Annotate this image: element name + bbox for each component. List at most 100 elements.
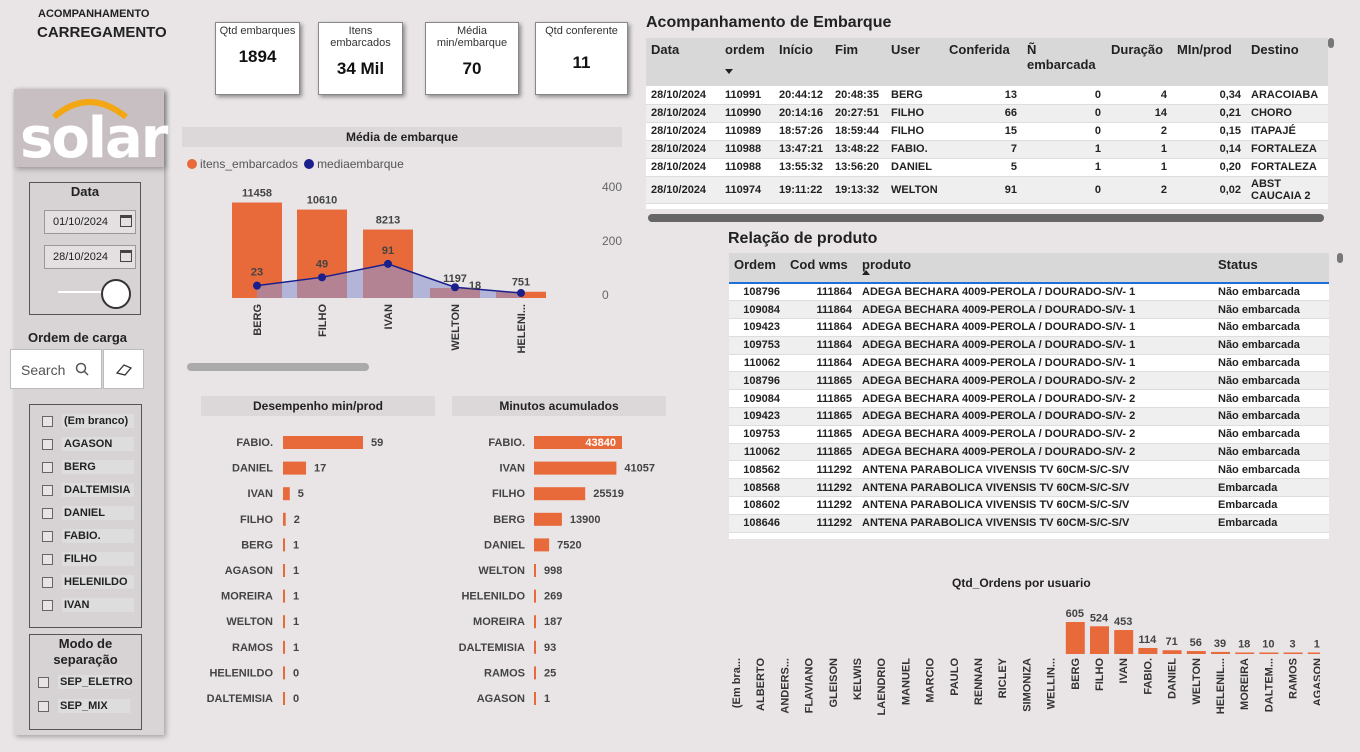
column-header[interactable]: ordem — [720, 38, 774, 86]
checkbox[interactable] — [42, 415, 53, 427]
column-header[interactable]: Conferida — [944, 38, 1022, 86]
table-row[interactable]: 28/10/2024 110989 18:57:26 18:59:44 FILHO 15 0… — [646, 122, 1328, 141]
modo-filter-item[interactable]: SEP_MIX — [38, 699, 130, 713]
checkbox[interactable] — [42, 576, 53, 588]
column-header[interactable]: Ordem — [729, 253, 785, 284]
clear-filter-button[interactable] — [103, 349, 144, 389]
table-row[interactable]: 110062 111865 ADEGA BECHARA 4009-PEROLA / … — [729, 443, 1329, 462]
bar-value-label: 269 — [544, 591, 562, 603]
table-cell: 19:11:22 — [774, 176, 830, 204]
user-filter-item[interactable]: DALTEMISIA — [42, 483, 134, 497]
checkbox[interactable] — [42, 438, 53, 450]
calendar-icon[interactable] — [120, 215, 132, 227]
minutos-chart: FABIO. 43840 IVAN 41057 FILHO 25519 BERG 13900 D… — [459, 436, 655, 705]
column-header[interactable]: Cod wms — [785, 253, 857, 284]
table-cell: ANTENA PARABOLICA VIVENSIS TV 60CM-S/C-S… — [857, 496, 1213, 515]
table-row[interactable]: 28/10/2024 110988 13:55:32 13:56:20 DANIEL 5 1… — [646, 158, 1328, 177]
table-row[interactable]: 28/10/2024 110988 13:47:21 13:48:22 FABIO. 7 1… — [646, 140, 1328, 159]
checkbox[interactable] — [42, 507, 53, 519]
column-header[interactable]: Ñ embarcada — [1022, 38, 1106, 86]
table-cell: 110989 — [720, 122, 774, 141]
bar — [283, 461, 307, 475]
x-tick-label: KELWIS — [852, 658, 864, 700]
column-header[interactable]: Data — [646, 38, 720, 86]
x-tick-label: ALBERTO — [755, 658, 767, 711]
user-filter-item[interactable]: AGASON — [42, 437, 134, 451]
user-filter-item[interactable]: FABIO. — [42, 529, 134, 543]
sort-desc-icon[interactable] — [725, 69, 733, 74]
column-header[interactable]: produto — [857, 253, 1213, 284]
sort-asc-icon[interactable] — [862, 270, 870, 275]
table-row[interactable]: 109753 111865 ADEGA BECHARA 4009-PEROLA / … — [729, 425, 1329, 444]
table-row[interactable]: 28/10/2024 110990 20:14:16 20:27:51 FILHO 66 0… — [646, 104, 1328, 123]
table-cell: ABST CAUCAIA 2 — [1246, 176, 1328, 204]
column-header[interactable]: Fim — [830, 38, 886, 86]
table-row[interactable]: 108646 111292 ANTENA PARABOLICA VIVENSIS T… — [729, 514, 1329, 533]
user-filter-item[interactable]: IVAN — [42, 598, 134, 612]
table-cell: 111865 — [785, 443, 857, 462]
table-row[interactable]: 28/10/2024 110991 20:44:12 20:48:35 BERG 13 0 4… — [646, 86, 1328, 105]
table-cell: FILHO — [886, 122, 944, 141]
bar-value-label: 1197 — [443, 273, 467, 285]
column-header[interactable]: Status — [1213, 253, 1329, 284]
table-row[interactable]: 110062 111864 ADEGA BECHARA 4009-PEROLA / … — [729, 354, 1329, 373]
checkbox[interactable] — [42, 553, 53, 565]
table-cell: 108646 — [729, 514, 785, 533]
bar — [534, 640, 536, 654]
table-row[interactable]: 109084 111865 ADEGA BECHARA 4009-PEROLA / … — [729, 389, 1329, 409]
column-header[interactable]: Destino — [1246, 38, 1328, 86]
user-filter-label: HELENILDO — [62, 575, 134, 589]
user-filter-item[interactable]: DANIEL — [42, 506, 134, 520]
table-row[interactable]: 109753 111864 ADEGA BECHARA 4009-PEROLA / … — [729, 336, 1329, 355]
search-icon[interactable] — [75, 362, 89, 376]
chart-hscroll[interactable] — [187, 363, 369, 371]
column-header[interactable]: User — [886, 38, 944, 86]
x-tick-label: IVAN — [1118, 658, 1130, 684]
table-row[interactable]: 108796 111864 ADEGA BECHARA 4009-PEROLA / … — [729, 283, 1329, 302]
user-filter-label: AGASON — [62, 437, 134, 451]
user-filter-item[interactable]: FILHO — [42, 552, 134, 566]
table-row[interactable]: 108602 111292 ANTENA PARABOLICA VIVENSIS T… — [729, 496, 1329, 515]
table-cell: 108796 — [729, 283, 785, 302]
date-slider-handle[interactable] — [101, 279, 131, 309]
table-row[interactable]: 108796 111865 ADEGA BECHARA 4009-PEROLA / … — [729, 371, 1329, 391]
table-row[interactable]: 108562 111292 ANTENA PARABOLICA VIVENSIS T… — [729, 460, 1329, 480]
date-from-input[interactable]: 01/10/2024 — [44, 210, 136, 234]
category-label: WELTON — [226, 616, 273, 628]
checkbox[interactable] — [42, 599, 53, 611]
produto-vscroll[interactable] — [1337, 253, 1343, 263]
checkbox[interactable] — [38, 700, 49, 712]
bar-value-label: 1 — [293, 591, 299, 603]
modo-filter-item[interactable]: SEP_ELETRO — [38, 675, 133, 689]
checkbox[interactable] — [42, 484, 53, 496]
table-row[interactable]: 109084 111864 ADEGA BECHARA 4009-PEROLA / … — [729, 300, 1329, 320]
date-to-input[interactable]: 28/10/2024 — [44, 245, 136, 269]
column-header[interactable]: Início — [774, 38, 830, 86]
bar — [283, 666, 285, 680]
checkbox[interactable] — [38, 676, 49, 688]
bar — [1065, 622, 1085, 654]
category-label: IVAN — [248, 488, 274, 500]
x-tick-label: DALTEM... — [1263, 658, 1275, 712]
embarque-hscroll[interactable] — [648, 214, 1324, 222]
table-cell: Não embarcada — [1213, 300, 1329, 320]
user-filter-item[interactable]: (Em branco) — [42, 414, 134, 428]
table-cell: 28/10/2024 — [646, 86, 720, 105]
table-cell: 14 — [1106, 104, 1172, 123]
table-row[interactable]: 109423 111865 ADEGA BECHARA 4009-PEROLA / … — [729, 407, 1329, 426]
embarque-vscroll[interactable] — [1328, 38, 1334, 48]
table-cell: 2 — [1106, 122, 1172, 141]
user-filter-item[interactable]: BERG — [42, 460, 134, 474]
table-row[interactable]: 108568 111292 ANTENA PARABOLICA VIVENSIS T… — [729, 478, 1329, 498]
table-cell: WELTON — [886, 176, 944, 204]
checkbox[interactable] — [42, 530, 53, 542]
calendar-icon[interactable] — [120, 250, 132, 262]
table-row[interactable]: 109423 111864 ADEGA BECHARA 4009-PEROLA / … — [729, 318, 1329, 337]
table-cell: 110991 — [720, 86, 774, 105]
column-header[interactable]: MIn/prod — [1172, 38, 1246, 86]
table-cell: 0 — [1022, 86, 1106, 105]
column-header[interactable]: Duração — [1106, 38, 1172, 86]
table-row[interactable]: 28/10/2024 110974 19:11:22 19:13:32 WELTON 91… — [646, 176, 1328, 204]
checkbox[interactable] — [42, 461, 53, 473]
user-filter-item[interactable]: HELENILDO — [42, 575, 134, 589]
